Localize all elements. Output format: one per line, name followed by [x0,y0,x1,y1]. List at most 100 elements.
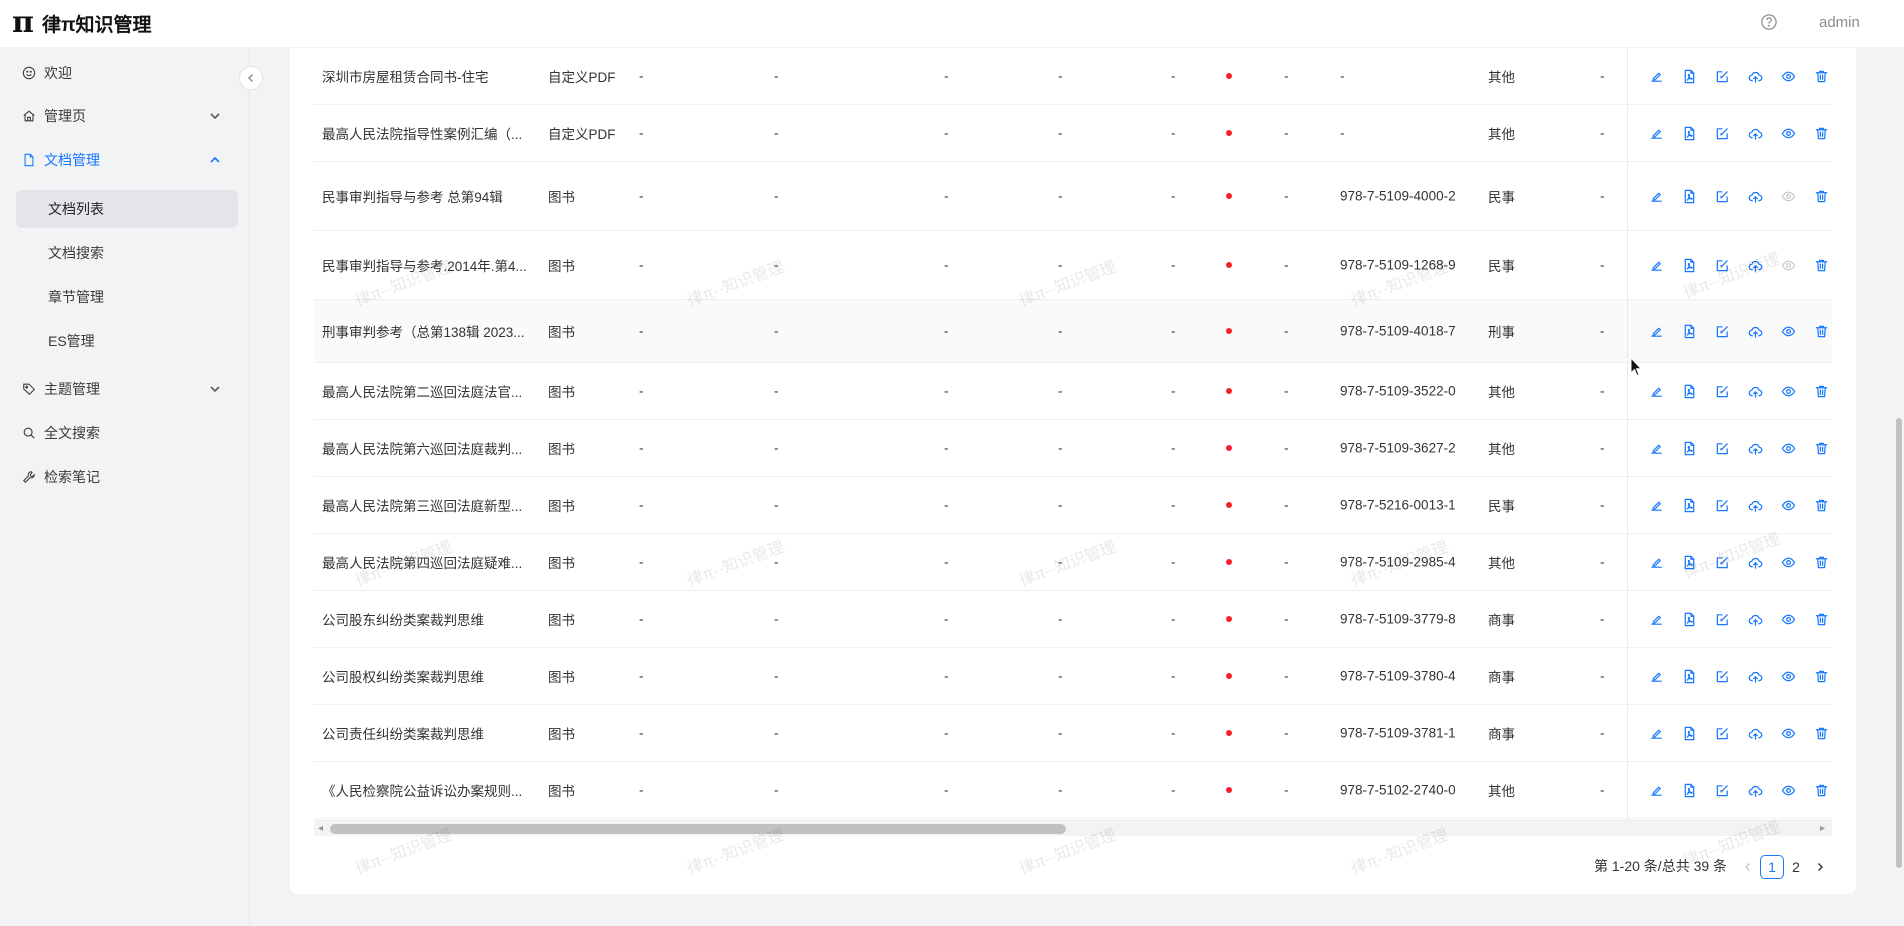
table-row[interactable]: 深圳市房屋租赁合同书-住宅 自定义PDF - - - - - - - 其他 - [314,48,1832,105]
page-2-button[interactable]: 2 [1784,855,1808,879]
edit-icon[interactable] [1640,322,1673,340]
cloud-upload-icon[interactable] [1739,439,1772,457]
edit-square-icon[interactable] [1706,187,1739,205]
eye-icon[interactable] [1772,610,1805,628]
table-row[interactable]: 《人民检察院公益诉讼办案规则... 图书 - - - - - - 978-7-5102-2740… [314,762,1832,819]
pdf-file-icon[interactable] [1673,781,1706,799]
eye-icon[interactable] [1772,322,1805,340]
chevron-down-icon[interactable] [208,382,222,396]
delete-icon[interactable] [1805,256,1832,274]
eye-icon[interactable] [1772,124,1805,142]
edit-square-icon[interactable] [1706,256,1739,274]
edit-square-icon[interactable] [1706,322,1739,340]
pdf-file-icon[interactable] [1673,667,1706,685]
edit-square-icon[interactable] [1706,439,1739,457]
table-row[interactable]: 最高人民法院第四巡回法庭疑难... 图书 - - - - - - 978-7-5109-2985… [314,534,1832,591]
table-row[interactable]: 民事审判指导与参考.2014年.第4... 图书 - - - - - - 978-7-5109-… [314,231,1832,300]
chevron-down-icon[interactable] [208,109,222,123]
pdf-file-icon[interactable] [1673,67,1706,85]
delete-icon[interactable] [1805,553,1832,571]
cloud-upload-icon[interactable] [1739,667,1772,685]
delete-icon[interactable] [1805,439,1832,457]
delete-icon[interactable] [1805,496,1832,514]
edit-icon[interactable] [1640,439,1673,457]
edit-square-icon[interactable] [1706,781,1739,799]
table-row[interactable]: 最高人民法院第二巡回法庭法官... 图书 - - - - - - 978-7-5109-3522… [314,363,1832,420]
delete-icon[interactable] [1805,667,1832,685]
cloud-upload-icon[interactable] [1739,187,1772,205]
edit-icon[interactable] [1640,496,1673,514]
edit-icon[interactable] [1640,724,1673,742]
edit-icon[interactable] [1640,187,1673,205]
pdf-file-icon[interactable] [1673,496,1706,514]
sidebar-item-topics[interactable]: 主题管理 [22,378,100,400]
pdf-file-icon[interactable] [1673,382,1706,400]
cloud-upload-icon[interactable] [1739,610,1772,628]
table-row[interactable]: 刑事审判参考（总第138辑 2023... 图书 - - - - - - 978-7-5109-… [314,300,1832,363]
pdf-file-icon[interactable] [1673,724,1706,742]
edit-icon[interactable] [1640,256,1673,274]
eye-icon[interactable] [1772,382,1805,400]
cloud-upload-icon[interactable] [1739,322,1772,340]
pdf-file-icon[interactable] [1673,322,1706,340]
pdf-file-icon[interactable] [1673,124,1706,142]
table-row[interactable]: 公司股权纠纷类案裁判思维 图书 - - - - - - 978-7-5109-3780-4 商事 - [314,648,1832,705]
sidebar-item-documents[interactable]: 文档管理 [22,149,100,171]
eye-icon[interactable] [1772,667,1805,685]
scroll-left-arrow-icon[interactable]: ◂ [318,823,323,834]
sidebar-collapse-button[interactable] [239,66,263,90]
delete-icon[interactable] [1805,187,1832,205]
eye-icon[interactable] [1772,724,1805,742]
sidebar-item-admin[interactable]: 管理页 [22,105,86,127]
cloud-upload-icon[interactable] [1739,781,1772,799]
cloud-upload-icon[interactable] [1739,496,1772,514]
table-row[interactable]: 最高人民法院第六巡回法庭裁判... 图书 - - - - - - 978-7-5109-3627… [314,420,1832,477]
delete-icon[interactable] [1805,322,1832,340]
horizontal-scrollbar[interactable]: ◂ ▸ [314,820,1832,836]
next-page-button[interactable] [1808,855,1832,879]
eye-icon[interactable] [1772,496,1805,514]
question-circle-icon[interactable] [1760,13,1778,31]
cloud-upload-icon[interactable] [1739,553,1772,571]
table-row[interactable]: 民事审判指导与参考 总第94辑 图书 - - - - - - 978-7-5109-4000-2… [314,162,1832,231]
sidebar-subitem-doc-search[interactable]: 文档搜索 [48,243,104,263]
edit-square-icon[interactable] [1706,667,1739,685]
eye-icon[interactable] [1772,781,1805,799]
horizontal-scroll-thumb[interactable] [330,824,1066,834]
edit-square-icon[interactable] [1706,610,1739,628]
delete-icon[interactable] [1805,124,1832,142]
delete-icon[interactable] [1805,724,1832,742]
eye-icon[interactable] [1772,187,1805,205]
sidebar-subitem-doc-list[interactable]: 文档列表 [48,199,104,219]
edit-icon[interactable] [1640,124,1673,142]
edit-square-icon[interactable] [1706,553,1739,571]
eye-icon[interactable] [1772,439,1805,457]
table-row[interactable]: 公司股东纠纷类案裁判思维 图书 - - - - - - 978-7-5109-3779-8 商事 - [314,591,1832,648]
delete-icon[interactable] [1805,382,1832,400]
vertical-scrollbar-thumb[interactable] [1896,418,1902,868]
delete-icon[interactable] [1805,781,1832,799]
eye-icon[interactable] [1772,67,1805,85]
page-1-button[interactable]: 1 [1760,855,1784,879]
eye-icon[interactable] [1772,553,1805,571]
edit-icon[interactable] [1640,781,1673,799]
logo[interactable]: π 律π知识管理 [12,8,152,38]
edit-square-icon[interactable] [1706,382,1739,400]
edit-square-icon[interactable] [1706,124,1739,142]
pdf-file-icon[interactable] [1673,256,1706,274]
cloud-upload-icon[interactable] [1739,382,1772,400]
prev-page-button[interactable] [1736,855,1760,879]
pdf-file-icon[interactable] [1673,439,1706,457]
sidebar-item-welcome[interactable]: 欢迎 [22,62,72,84]
table-row[interactable]: 公司责任纠纷类案裁判思维 图书 - - - - - - 978-7-5109-3781-1 商事 - [314,705,1832,762]
edit-icon[interactable] [1640,67,1673,85]
delete-icon[interactable] [1805,610,1832,628]
cloud-upload-icon[interactable] [1739,124,1772,142]
eye-icon[interactable] [1772,256,1805,274]
sidebar-item-fulltext-search[interactable]: 全文搜索 [22,422,100,444]
edit-icon[interactable] [1640,667,1673,685]
chevron-up-icon[interactable] [208,153,222,167]
edit-square-icon[interactable] [1706,724,1739,742]
scroll-right-arrow-icon[interactable]: ▸ [1820,823,1825,834]
pdf-file-icon[interactable] [1673,610,1706,628]
